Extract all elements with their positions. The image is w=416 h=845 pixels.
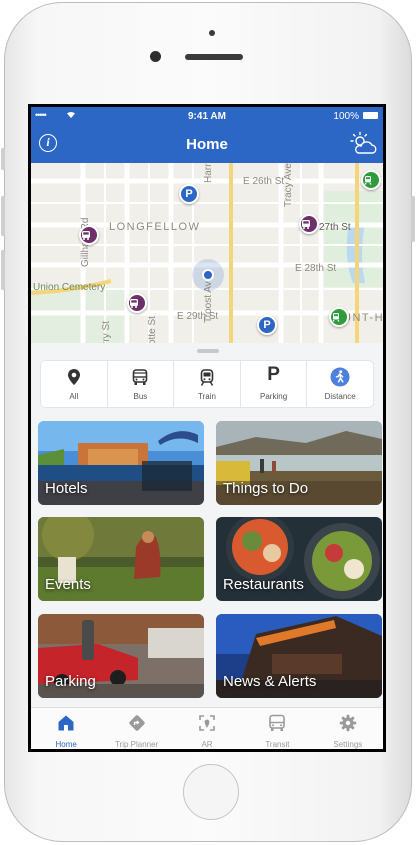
tile-parking[interactable]: Parking bbox=[38, 614, 204, 698]
tab-label: Trip Planner bbox=[114, 740, 159, 749]
train-icon bbox=[174, 367, 240, 387]
sheet-drag-handle[interactable] bbox=[197, 349, 219, 353]
tab-ar[interactable]: AR bbox=[172, 708, 242, 749]
volume-up-button bbox=[1, 196, 5, 236]
parking-map-pin[interactable]: P bbox=[179, 184, 199, 204]
tab-label: Home bbox=[55, 740, 77, 749]
tile-events[interactable]: Events bbox=[38, 517, 204, 601]
tile-label: Hotels bbox=[45, 480, 88, 497]
tab-label: AR bbox=[201, 740, 213, 749]
page-title: Home bbox=[186, 136, 228, 153]
filter-label: Parking bbox=[260, 392, 288, 401]
filter-train[interactable]: Train bbox=[174, 361, 241, 407]
filter-label: Distance bbox=[324, 392, 356, 401]
directions-icon bbox=[101, 714, 171, 732]
tile-label: Parking bbox=[45, 673, 96, 690]
tab-home[interactable]: Home bbox=[31, 708, 101, 749]
map-filter-bar: All Bus Train P Parking Distance bbox=[41, 361, 373, 407]
bus-stop-map-pin[interactable] bbox=[127, 293, 147, 313]
filter-label: Train bbox=[198, 392, 216, 401]
proximity-sensor bbox=[209, 30, 215, 36]
bus-stop-map-pin[interactable] bbox=[79, 225, 99, 245]
weather-icon[interactable] bbox=[349, 131, 379, 157]
tile-label: Things to Do bbox=[223, 480, 309, 497]
ar-icon bbox=[172, 714, 242, 732]
street-label: Tracy Ave bbox=[283, 163, 294, 207]
tab-trip-planner[interactable]: Trip Planner bbox=[101, 708, 171, 749]
filter-label: All bbox=[69, 392, 79, 401]
hardware-home-button[interactable] bbox=[183, 764, 239, 820]
street-label: E 26th St bbox=[243, 176, 285, 187]
tab-transit[interactable]: Transit bbox=[242, 708, 312, 749]
bottom-tab-bar: Home Trip Planner AR Transit Settings bbox=[31, 707, 383, 749]
filter-label: Bus bbox=[133, 392, 148, 401]
street-label: otte St bbox=[147, 316, 158, 343]
tile-restaurants[interactable]: Restaurants bbox=[216, 517, 382, 601]
neighborhood-label: UNT-H bbox=[343, 312, 383, 324]
street-label: rry St bbox=[101, 321, 112, 343]
street-label: 27th St bbox=[319, 222, 351, 233]
filter-bus[interactable]: Bus bbox=[108, 361, 175, 407]
bus-icon bbox=[242, 714, 312, 732]
power-button bbox=[411, 196, 415, 242]
tile-label: Events bbox=[45, 576, 91, 593]
mute-switch bbox=[1, 148, 5, 170]
earpiece-speaker bbox=[185, 54, 243, 60]
tile-hotels[interactable]: Hotels bbox=[38, 421, 204, 505]
bus-stop-map-pin[interactable] bbox=[299, 214, 319, 234]
train-station-map-pin[interactable] bbox=[329, 307, 349, 327]
tile-things-to-do[interactable]: Things to Do bbox=[216, 421, 382, 505]
volume-down-button bbox=[1, 250, 5, 290]
parking-map-pin[interactable]: P bbox=[257, 315, 277, 335]
street-label: Harrison bbox=[203, 163, 214, 183]
app-screen: ••••• 9:41 AM 100% i Home E 26th St 27th… bbox=[28, 104, 386, 752]
walking-icon bbox=[307, 367, 373, 387]
train-station-map-pin[interactable] bbox=[361, 170, 381, 190]
home-icon bbox=[31, 714, 101, 732]
place-label: Union Cemetery bbox=[33, 282, 106, 293]
gear-icon bbox=[313, 714, 383, 732]
tile-label: Restaurants bbox=[223, 576, 304, 593]
status-time: 9:41 AM bbox=[188, 111, 226, 122]
app-header: ••••• 9:41 AM 100% i Home bbox=[31, 107, 383, 163]
tab-label: Transit bbox=[265, 740, 290, 749]
battery-percentage: 100% bbox=[333, 111, 359, 122]
tab-settings[interactable]: Settings bbox=[313, 708, 383, 749]
filter-all[interactable]: All bbox=[41, 361, 108, 407]
street-label: E 28th St bbox=[295, 263, 337, 274]
transit-map[interactable]: E 26th St 27th St E 28th St E 29th St Tr… bbox=[31, 163, 383, 343]
tile-label: News & Alerts bbox=[223, 673, 317, 690]
battery-icon bbox=[363, 112, 378, 119]
status-bar: ••••• 9:41 AM 100% bbox=[31, 107, 383, 125]
tile-news-alerts[interactable]: News & Alerts bbox=[216, 614, 382, 698]
bus-icon bbox=[108, 367, 174, 387]
tab-label: Settings bbox=[333, 740, 363, 749]
parking-icon: P bbox=[267, 364, 280, 385]
front-camera bbox=[150, 51, 161, 62]
map-pin-icon bbox=[41, 367, 107, 387]
filter-parking[interactable]: P Parking bbox=[241, 361, 308, 407]
current-location-dot bbox=[202, 269, 214, 281]
neighborhood-label: LONGFELLOW bbox=[109, 221, 201, 233]
filter-distance[interactable]: Distance bbox=[307, 361, 373, 407]
